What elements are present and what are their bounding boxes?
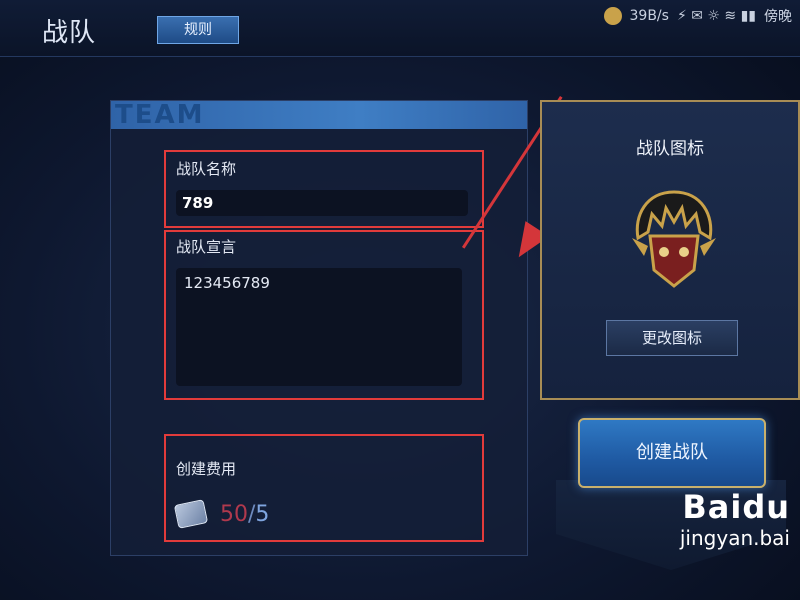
team-declaration-input[interactable]: 123456789 (176, 268, 462, 386)
baidu-watermark: Baidu jingyan.bai (680, 488, 790, 550)
team-name-section: 战队名称 789 (164, 150, 484, 228)
team-name-label: 战队名称 (176, 160, 237, 178)
signal-icon: ⚡ ✉ ☼ ≋ ▮▮ (676, 8, 756, 24)
top-bar: 战队 规则 39B/s ⚡ ✉ ☼ ≋ ▮▮ 傍晚 (0, 0, 800, 57)
team-declaration-section: 战队宣言 123456789 (164, 230, 484, 400)
team-icon-panel: 战队图标 更改图标 (540, 100, 800, 400)
fee-owned: 50 (220, 501, 248, 527)
team-name-input[interactable]: 789 (176, 190, 468, 216)
network-speed: 39B/s (629, 8, 669, 24)
coin-icon (603, 7, 622, 25)
team-emblem-icon (632, 190, 716, 288)
creation-fee-row: 50 / 5 (173, 499, 270, 529)
baidu-url: jingyan.bai (679, 526, 790, 550)
baidu-logo: Baidu (682, 488, 790, 526)
time-label: 傍晚 (764, 9, 792, 25)
status-bar: 39B/s ⚡ ✉ ☼ ≋ ▮▮ 傍晚 (603, 6, 792, 26)
team-declaration-label: 战队宣言 (176, 238, 237, 256)
team-icon-title: 战队图标 (636, 139, 704, 159)
creation-fee-label: 创建费用 (176, 460, 237, 478)
coupon-icon (173, 499, 209, 529)
fee-separator: / (248, 501, 256, 527)
fee-required: 5 (255, 501, 270, 527)
creation-fee-section: 创建费用 50 / 5 (164, 434, 484, 542)
rules-tab[interactable]: 规则 (157, 16, 239, 44)
team-header-strip: TEAM (111, 101, 527, 129)
create-team-button[interactable]: 创建战队 (578, 418, 766, 488)
change-icon-button[interactable]: 更改图标 (606, 320, 738, 356)
page-title: 战队 (42, 18, 97, 48)
team-label: TEAM (115, 100, 205, 130)
